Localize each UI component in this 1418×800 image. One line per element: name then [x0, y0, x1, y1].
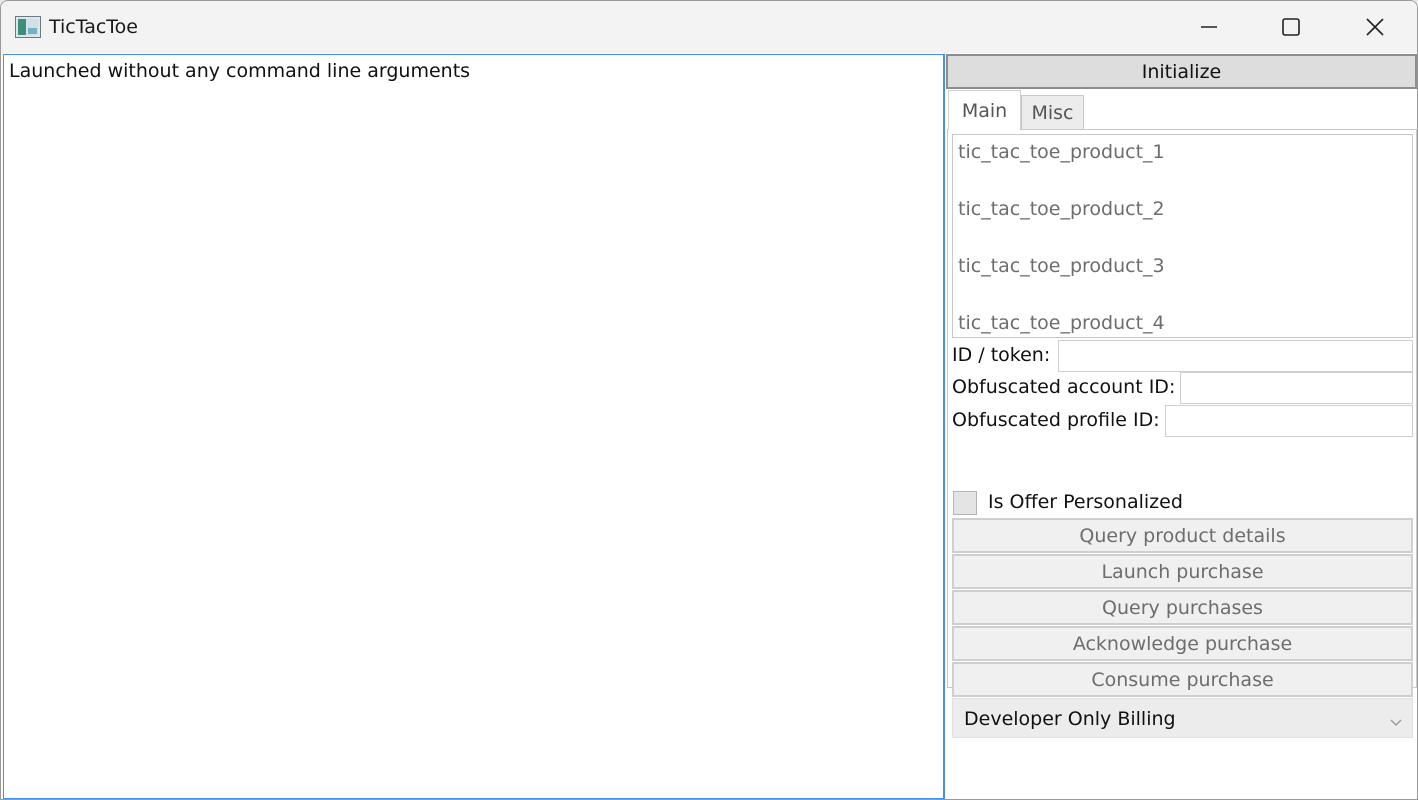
- list-item[interactable]: tic_tac_toe_product_2: [958, 198, 1165, 220]
- query-product-details-button[interactable]: Query product details: [952, 518, 1413, 553]
- profile-id-row: Obfuscated profile ID:: [952, 405, 1413, 437]
- offer-personalized-checkbox[interactable]: [953, 491, 977, 515]
- id-token-field[interactable]: [1058, 340, 1413, 372]
- id-token-label: ID / token:: [952, 344, 1051, 366]
- log-output[interactable]: Launched without any command line argume…: [3, 54, 945, 799]
- profile-id-field[interactable]: [1165, 405, 1413, 437]
- account-id-field[interactable]: [1180, 372, 1413, 404]
- window-title: TicTacToe: [49, 16, 138, 38]
- billing-mode-value: Developer Only Billing: [964, 708, 1176, 730]
- list-item[interactable]: tic_tac_toe_product_4: [958, 312, 1165, 334]
- offer-personalized-row: Is Offer Personalized: [952, 490, 1252, 516]
- log-text: Launched without any command line argume…: [9, 60, 471, 82]
- title-bar[interactable]: TicTacToe: [1, 1, 1417, 53]
- list-item[interactable]: tic_tac_toe_product_3: [958, 255, 1165, 277]
- offer-personalized-label: Is Offer Personalized: [988, 491, 1183, 513]
- app-window-icon: [15, 16, 41, 38]
- query-purchases-button[interactable]: Query purchases: [952, 590, 1413, 625]
- maximize-button[interactable]: [1251, 1, 1331, 53]
- id-token-row: ID / token:: [952, 340, 1413, 372]
- billing-mode-select[interactable]: Developer Only Billing: [952, 698, 1413, 738]
- product-list[interactable]: tic_tac_toe_product_1 tic_tac_toe_produc…: [952, 134, 1413, 338]
- app-window: TicTacToe Launched without any command l…: [0, 0, 1418, 800]
- minimize-button[interactable]: [1169, 1, 1249, 53]
- maximize-icon: [1282, 18, 1300, 36]
- account-id-row: Obfuscated account ID:: [952, 372, 1413, 404]
- close-button[interactable]: [1335, 1, 1415, 53]
- account-id-label: Obfuscated account ID:: [952, 376, 1176, 398]
- control-panel: Initialize Main Misc tic_tac_toe_product…: [946, 54, 1417, 799]
- tab-main-content: tic_tac_toe_product_1 tic_tac_toe_produc…: [947, 129, 1417, 738]
- tab-misc[interactable]: Misc: [1021, 95, 1084, 130]
- tab-main[interactable]: Main: [948, 90, 1021, 130]
- minimize-icon: [1200, 18, 1218, 36]
- initialize-button[interactable]: Initialize: [946, 54, 1417, 89]
- acknowledge-purchase-button[interactable]: Acknowledge purchase: [952, 626, 1413, 661]
- launch-purchase-button[interactable]: Launch purchase: [952, 554, 1413, 589]
- list-item[interactable]: tic_tac_toe_product_1: [958, 141, 1165, 163]
- close-icon: [1365, 17, 1385, 37]
- profile-id-label: Obfuscated profile ID:: [952, 409, 1160, 431]
- chevron-down-icon: [1390, 712, 1402, 731]
- consume-purchase-button[interactable]: Consume purchase: [952, 662, 1413, 697]
